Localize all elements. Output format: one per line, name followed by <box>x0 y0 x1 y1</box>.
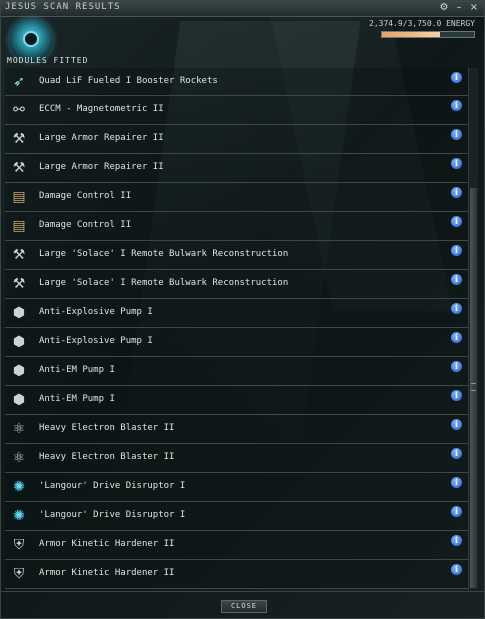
window-title: JESUS SCAN RESULTS <box>5 2 121 12</box>
close-icon[interactable]: × <box>468 2 480 14</box>
module-label: 'Langour' Drive Disruptor I <box>39 510 186 520</box>
info-icon[interactable]: i <box>451 274 462 285</box>
module-list: ➶ Quad LiF Fueled I Booster Rockets i ⚯ ECCM… <box>5 68 469 591</box>
info-icon[interactable]: i <box>451 303 462 314</box>
module-label: ECCM - Magnetometric II <box>39 104 164 114</box>
module-row[interactable]: ✺ 'Langour' Drive Disruptor I i <box>5 473 469 502</box>
info-icon[interactable]: i <box>451 245 462 256</box>
module-label: Armor Kinetic Hardener II <box>39 568 175 578</box>
module-label: Damage Control II <box>39 220 132 230</box>
eccm-icon: ⚯ <box>13 102 25 118</box>
disruptor-icon: ✺ <box>13 508 25 524</box>
damage-control-icon: ▤ <box>12 218 26 234</box>
module-row[interactable]: ⚯ ECCM - Magnetometric II i <box>5 96 469 125</box>
energy-bar <box>381 31 475 38</box>
info-icon[interactable]: i <box>451 564 462 575</box>
module-row[interactable]: ⚒ Large 'Solace' I Remote Bulwark Reconst… <box>5 270 469 299</box>
module-row[interactable]: ⚛ Heavy Electron Blaster II i <box>5 444 469 473</box>
minimize-icon[interactable]: – <box>453 2 465 14</box>
window-controls: ⚙ – × <box>438 2 480 14</box>
info-icon[interactable]: i <box>451 477 462 488</box>
module-row[interactable]: ⚒ Large Armor Repairer II i <box>5 154 469 183</box>
info-icon[interactable]: i <box>451 390 462 401</box>
armor-repairer-icon: ⚒ <box>12 160 26 176</box>
module-label: 'Langour' Drive Disruptor I <box>39 481 186 491</box>
energy-bar-fill <box>382 32 441 37</box>
module-label: Quad LiF Fueled I Booster Rockets <box>39 76 218 86</box>
info-icon[interactable]: i <box>451 100 462 111</box>
hardener-icon: ⛨ <box>13 537 25 553</box>
remote-repairer-icon: ⚒ <box>12 247 26 263</box>
module-label: Heavy Electron Blaster II <box>39 423 175 433</box>
module-label: Large 'Solace' I Remote Bulwark Reconstr… <box>39 278 289 288</box>
rig-icon: ⬢ <box>12 334 26 350</box>
scroll-thumb[interactable] <box>470 188 477 588</box>
module-row[interactable]: ▤ Damage Control II i <box>5 212 469 241</box>
footer: CLOSE <box>1 591 484 618</box>
module-row[interactable]: ⛨ Armor Kinetic Hardener II i <box>5 560 469 589</box>
scan-results-window: JESUS SCAN RESULTS ⚙ – × MODULES FITTED … <box>0 0 485 619</box>
module-row[interactable]: ⚒ Large Armor Repairer II i <box>5 125 469 154</box>
scan-header: MODULES FITTED 2,374.9/3,750.0 ENERGY <box>1 16 484 68</box>
module-row[interactable]: ⛨ Armor Kinetic Hardener II i <box>5 531 469 560</box>
energy-readout: 2,374.9/3,750.0 ENERGY <box>369 19 475 28</box>
module-label: Large 'Solace' I Remote Bulwark Reconstr… <box>39 249 289 259</box>
info-icon[interactable]: i <box>451 72 462 83</box>
info-icon[interactable]: i <box>451 419 462 430</box>
module-label: Anti-Explosive Pump I <box>39 307 153 317</box>
module-label: Damage Control II <box>39 191 132 201</box>
module-row[interactable]: ⬢ Anti-EM Pump I i <box>5 357 469 386</box>
module-label: Anti-Explosive Pump I <box>39 336 153 346</box>
info-icon[interactable]: i <box>451 506 462 517</box>
info-icon[interactable]: i <box>451 129 462 140</box>
module-label: Heavy Electron Blaster II <box>39 452 175 462</box>
module-label: Large Armor Repairer II <box>39 162 164 172</box>
blaster-icon: ⚛ <box>12 450 26 466</box>
module-row[interactable]: ⬢ Anti-Explosive Pump I i <box>5 299 469 328</box>
module-row[interactable]: ➶ Quad LiF Fueled I Booster Rockets i <box>5 68 469 96</box>
close-button[interactable]: CLOSE <box>221 600 267 613</box>
rig-icon: ⬢ <box>12 392 26 408</box>
armor-repairer-icon: ⚒ <box>12 131 26 147</box>
damage-control-icon: ▤ <box>12 189 26 205</box>
title-bar[interactable]: JESUS SCAN RESULTS ⚙ – × <box>1 1 484 17</box>
scroll-grip <box>471 383 476 391</box>
logo-core <box>23 31 39 47</box>
info-icon[interactable]: i <box>451 535 462 546</box>
module-label: Armor Kinetic Hardener II <box>39 539 175 549</box>
module-row[interactable]: ▤ Damage Control II i <box>5 183 469 212</box>
scrollbar[interactable] <box>468 68 478 590</box>
module-row[interactable]: ⚛ Heavy Electron Blaster II i <box>5 415 469 444</box>
rig-icon: ⬢ <box>12 305 26 321</box>
rig-icon: ⬢ <box>12 363 26 379</box>
info-icon[interactable]: i <box>451 158 462 169</box>
module-label: Large Armor Repairer II <box>39 133 164 143</box>
blaster-icon: ⚛ <box>12 421 26 437</box>
module-label: Anti-EM Pump I <box>39 365 115 375</box>
remote-repairer-icon: ⚒ <box>12 276 26 292</box>
modules-fitted-label: MODULES FITTED <box>7 56 89 65</box>
hardener-icon: ⛨ <box>13 566 25 582</box>
module-row[interactable]: ⬢ Anti-EM Pump I i <box>5 386 469 415</box>
module-row[interactable]: ⬢ Anti-Explosive Pump I i <box>5 328 469 357</box>
module-row[interactable]: ✺ 'Langour' Drive Disruptor I i <box>5 502 469 531</box>
info-icon[interactable]: i <box>451 216 462 227</box>
booster-icon: ➶ <box>13 74 25 90</box>
info-icon[interactable]: i <box>451 361 462 372</box>
module-row[interactable]: ⚒ Large 'Solace' I Remote Bulwark Reconst… <box>5 241 469 270</box>
disruptor-icon: ✺ <box>13 479 25 495</box>
info-icon[interactable]: i <box>451 448 462 459</box>
settings-icon[interactable]: ⚙ <box>438 2 450 14</box>
info-icon[interactable]: i <box>451 187 462 198</box>
info-icon[interactable]: i <box>451 332 462 343</box>
module-label: Anti-EM Pump I <box>39 394 115 404</box>
